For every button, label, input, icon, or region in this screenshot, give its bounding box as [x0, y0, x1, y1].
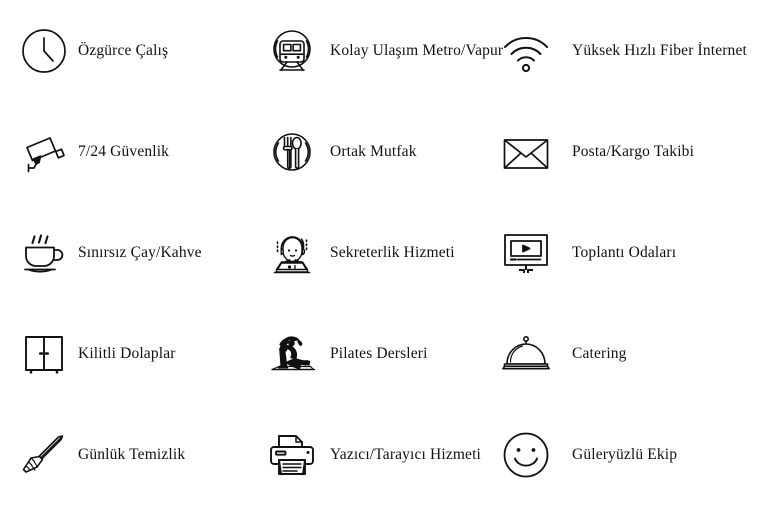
feature-label: Pilates Dersleri: [330, 345, 428, 363]
feature-label: Toplantı Odaları: [572, 244, 677, 262]
coffee-cup-icon: [18, 227, 70, 279]
feature-label: Catering: [572, 345, 627, 363]
feature-item-guleryuzlu-ekip[interactable]: Güleryüzlü Ekip: [495, 405, 760, 506]
feature-label: Kilitli Dolaplar: [78, 345, 176, 363]
wifi-icon: [500, 25, 552, 77]
feature-label: Yazıcı/Tarayıcı Hizmeti: [330, 446, 482, 464]
feature-label: Sekreterlik Hizmeti: [330, 244, 455, 262]
feature-grid: Özgürce Çalış Kolay Ulaşım Metro/Vapur Y…: [0, 0, 760, 506]
metro-train-icon: [266, 25, 318, 77]
smiley-face-icon: [500, 429, 552, 481]
feature-label: Posta/Kargo Takibi: [572, 142, 695, 160]
feature-item-catering[interactable]: Catering: [495, 304, 760, 405]
feature-item-kilitli-dolaplar[interactable]: Kilitli Dolaplar: [0, 304, 253, 405]
locker-cabinet-icon: [18, 328, 70, 380]
feature-label: Yüksek Hızlı Fiber İnternet: [572, 41, 747, 59]
headset-operator-icon: [266, 227, 318, 279]
feature-item-posta-kargo[interactable]: Posta/Kargo Takibi: [495, 101, 760, 202]
feature-item-fiber-internet[interactable]: Yüksek Hızlı Fiber İnternet: [495, 0, 760, 101]
cutlery-circle-icon: [266, 126, 318, 178]
feature-label: Kolay Ulaşım Metro/Vapur: [330, 41, 504, 59]
feature-label: 7/24 Güvenlik: [78, 142, 170, 160]
cloche-dome-icon: [500, 328, 552, 380]
printer-icon: [266, 429, 318, 481]
envelope-icon: [500, 126, 552, 178]
feature-label: Günlük Temizlik: [78, 446, 186, 464]
broom-icon: [18, 429, 70, 481]
monitor-play-icon: [500, 227, 552, 279]
feature-label: Sınırsız Çay/Kahve: [78, 244, 202, 262]
feature-item-gunluk-temizlik[interactable]: Günlük Temizlik: [0, 405, 253, 506]
feature-item-yazici-tarayici[interactable]: Yazıcı/Tarayıcı Hizmeti: [253, 405, 495, 506]
yoga-pose-icon: [266, 328, 318, 380]
feature-label: Güleryüzlü Ekip: [572, 446, 678, 464]
feature-label: Ortak Mutfak: [330, 142, 417, 160]
feature-item-pilates[interactable]: Pilates Dersleri: [253, 304, 495, 405]
feature-item-toplanti-odalari[interactable]: Toplantı Odaları: [495, 202, 760, 303]
feature-item-sekreterlik[interactable]: Sekreterlik Hizmeti: [253, 202, 495, 303]
feature-item-kolay-ulasim[interactable]: Kolay Ulaşım Metro/Vapur: [253, 0, 503, 101]
feature-item-cay-kahve[interactable]: Sınırsız Çay/Kahve: [0, 202, 253, 303]
security-camera-icon: [18, 126, 70, 178]
feature-label: Özgürce Çalış: [78, 41, 169, 59]
clock-icon: [18, 25, 70, 77]
feature-item-ozgurce-calis[interactable]: Özgürce Çalış: [0, 0, 253, 101]
feature-item-guvenlik[interactable]: 7/24 Güvenlik: [0, 101, 253, 202]
feature-item-ortak-mutfak[interactable]: Ortak Mutfak: [253, 101, 495, 202]
